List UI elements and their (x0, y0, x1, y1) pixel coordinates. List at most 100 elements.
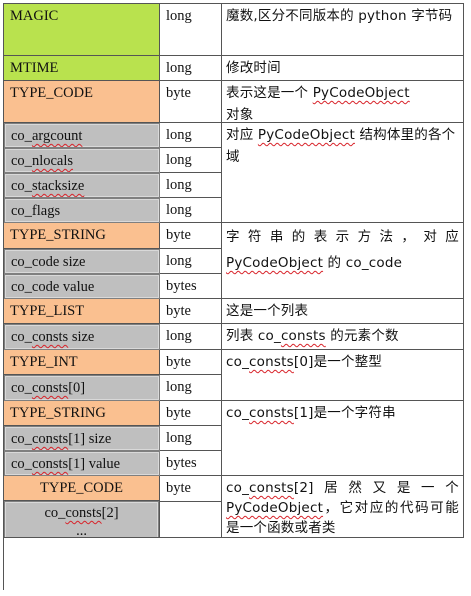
field-type: long (166, 8, 192, 24)
field-name-suffix: size (68, 329, 95, 345)
desc-text: 对象 (226, 107, 254, 123)
cell-type-type-code: byte (160, 81, 222, 123)
field-name: co_code size (11, 254, 86, 270)
cell-name-type-string: TYPE_STRING (4, 223, 160, 249)
field-desc: 魔数,区分不同版本的 python 字节码 (226, 8, 453, 24)
pycodeobject-term: PyCodeObject (226, 255, 324, 271)
cell-name-co-consts-0: co_consts[0] (4, 375, 160, 401)
field-type: long (166, 328, 192, 344)
field-name-word: consts (31, 431, 69, 447)
cell-name-co-consts-1-value: co_consts[1] value (4, 451, 160, 476)
pycodeobject-term: PyCodeObject (312, 85, 410, 101)
field-name-prefix: co_ (11, 380, 32, 396)
bytecode-format-table: MAGIC long 魔数,区分不同版本的 python 字节码 MTIME l… (3, 3, 464, 590)
consts-term: consts (249, 354, 294, 370)
cell-name-type-string-2: TYPE_STRING (4, 401, 160, 426)
cell-desc-magic: 魔数,区分不同版本的 python 字节码 (222, 4, 464, 56)
field-name: TYPE_INT (10, 354, 78, 370)
desc-text: [1]是一个字符串 (293, 405, 396, 421)
field-name: TYPE_STRING (10, 405, 106, 421)
pycodeobject-term: PyCodeObject (226, 500, 324, 516)
cell-type-type-string-2: byte (160, 401, 222, 426)
consts-term: consts (249, 480, 294, 496)
desc-text: 的元素个数 (325, 328, 399, 344)
field-name: MTIME (10, 60, 59, 76)
cell-desc-code-2: co_consts[2]居然又是一个PyCodeObject，它对应的代码可能是… (222, 476, 464, 538)
cell-name-magic: MAGIC (4, 4, 160, 56)
cell-name-co-stacksize: co_stacksize (4, 173, 160, 198)
desc-text: [0]是一个整型 (293, 354, 383, 370)
cell-type-co-code-value: bytes (160, 274, 222, 299)
cell-type-co-stacksize: long (160, 173, 222, 198)
cell-name-co-flags: co_flags (4, 198, 160, 223)
cell-type-type-string: byte (160, 223, 222, 249)
cell-name-mtime: MTIME (4, 56, 160, 81)
field-name-prefix: co_ (11, 128, 32, 144)
field-desc: 这是一个列表 (226, 303, 309, 319)
field-name-prefix: co_ (11, 178, 32, 194)
field-type: long (166, 379, 192, 395)
desc-text: 表示这是一个 (226, 85, 313, 101)
field-type: byte (166, 85, 191, 101)
field-name: TYPE_CODE (40, 480, 123, 496)
cell-type-magic: long (160, 4, 222, 56)
field-name-suffix: [2] (101, 505, 119, 521)
desc-text: co_ (226, 480, 250, 496)
field-name-prefix: co_ (11, 329, 32, 345)
cell-desc-type-code: 表示这是一个 PyCodeObject 对象 (222, 81, 464, 123)
field-name-prefix: co_ (11, 153, 32, 169)
field-name-prefix: co_ (11, 431, 32, 447)
field-name-word: consts (65, 505, 102, 521)
desc-text: [2]居然又是一个 (293, 480, 459, 496)
cell-name-co-consts-1-size: co_consts[1] size (4, 426, 160, 451)
field-name: co_code value (11, 279, 95, 295)
cell-name-co-consts-size: co_consts size (4, 324, 160, 350)
cell-type-type-list: byte (160, 299, 222, 324)
desc-text: 字符串的表示方法，对应 (226, 229, 459, 245)
field-name-suffix: [1] size (68, 431, 112, 447)
field-name-prefix: co_ (11, 456, 32, 472)
cell-name-co-argcount: co_argcount (4, 123, 160, 148)
cell-name-type-code-block: TYPE_CODE co_consts[2] ... (4, 476, 160, 538)
field-name-suffix: [1] value (68, 456, 121, 472)
cell-name-co-consts-2: co_consts[2] ... (4, 501, 159, 538)
consts-term: consts (249, 405, 294, 421)
field-name-word: consts (31, 456, 69, 472)
desc-text: co_ (226, 405, 250, 421)
cell-name-co-nlocals: co_nlocals (4, 148, 160, 173)
cell-type-co-nlocals: long (160, 148, 222, 173)
field-type: long (166, 430, 192, 446)
cell-type-co-flags: long (160, 198, 222, 223)
field-name-prefix: co_ (44, 505, 66, 521)
ellipsis: ... (76, 523, 87, 538)
field-name-suffix: [0] (68, 380, 86, 396)
field-name-word: consts (31, 380, 69, 396)
field-name: TYPE_CODE (10, 85, 93, 101)
field-type: bytes (166, 278, 197, 294)
cell-type-co-consts-size: long (160, 324, 222, 350)
field-type: long (166, 152, 192, 168)
cell-name-co-code-value: co_code value (4, 274, 160, 299)
cell-type-co-code-size: long (160, 249, 222, 274)
cell-type-type-code-2: byte (160, 476, 221, 502)
cell-type-co-argcount: long (160, 123, 222, 148)
cell-desc-string: 字符串的表示方法，对应 PyCodeObject 的 co_code (222, 223, 464, 299)
field-name: MAGIC (10, 8, 59, 24)
field-name-word: stacksize (31, 178, 85, 194)
cell-desc-fields: 对应 PyCodeObject 结构体里的各个域 (222, 123, 464, 223)
field-type: long (166, 253, 192, 269)
cell-type-co-consts-1-size: long (160, 426, 222, 451)
cell-type-type-code-block: byte (160, 476, 222, 538)
cell-name-co-code-size: co_code size (4, 249, 160, 274)
field-type: byte (166, 227, 191, 243)
field-desc: 修改时间 (226, 60, 281, 76)
cell-name-type-code-2: TYPE_CODE (4, 476, 159, 501)
cell-desc-int: co_consts[0]是一个整型 (222, 350, 464, 401)
cell-desc-list: 这是一个列表 (222, 299, 464, 324)
cell-name-type-int: TYPE_INT (4, 350, 160, 375)
cell-type-co-consts-1-value: bytes (160, 451, 222, 476)
field-name: TYPE_LIST (10, 303, 85, 319)
field-type: byte (166, 354, 191, 370)
desc-text: 对应 (226, 127, 258, 143)
cell-desc-string-2: co_consts[1]是一个字符串 (222, 401, 464, 476)
